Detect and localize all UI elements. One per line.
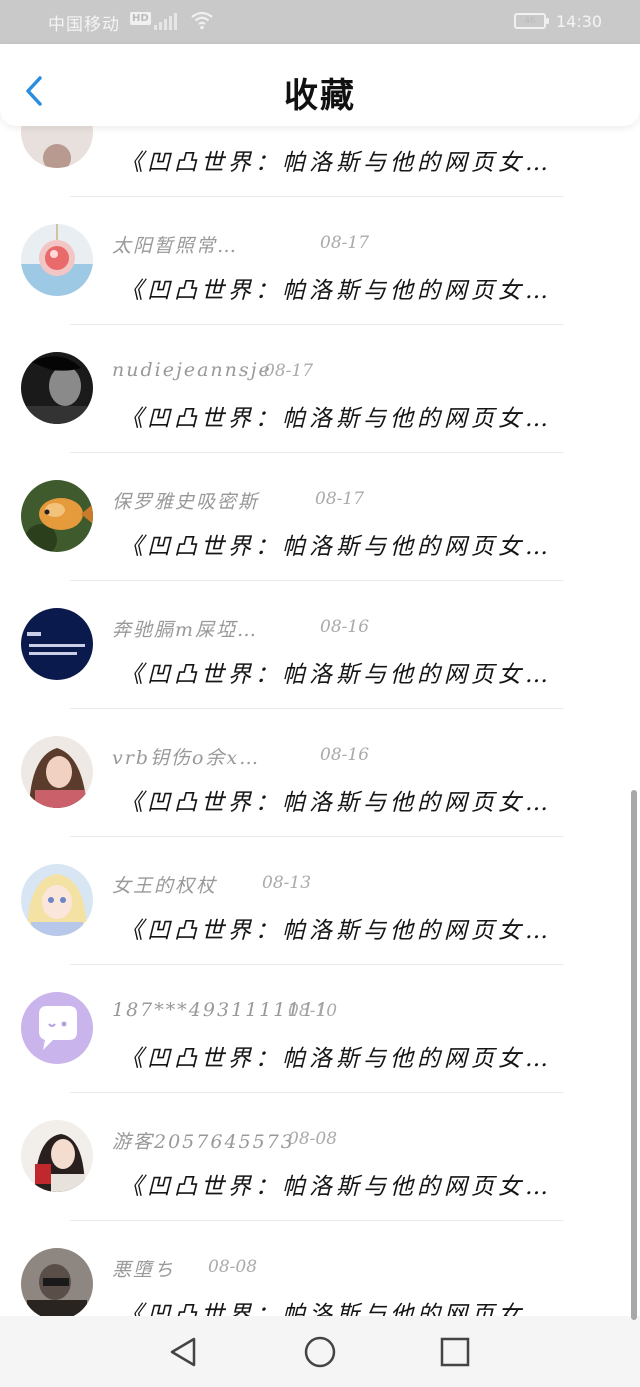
- list-item[interactable]: vrb钥伤o余x… 08-16 《凹凸世界：帕洛斯与他的网页女…: [0, 709, 640, 837]
- item-title[interactable]: 《凹凸世界：帕洛斯与他的网页女…: [120, 271, 610, 305]
- item-date: 08-16: [320, 745, 370, 765]
- hd-badge: HD: [130, 12, 151, 25]
- list-item[interactable]: 太阳暂照常… 08-17 《凹凸世界：帕洛斯与他的网页女…: [0, 197, 640, 325]
- bw-portrait-avatar[interactable]: [21, 1248, 93, 1316]
- item-date: 08-17: [264, 361, 314, 381]
- system-nav-bar: [0, 1316, 640, 1387]
- item-title[interactable]: 《凹凸世界：帕洛斯与他的网页女…: [120, 911, 610, 945]
- recents-square-icon[interactable]: [437, 1334, 473, 1370]
- item-username: 悪墮ち: [112, 1259, 176, 1281]
- signal-icon: [154, 13, 177, 30]
- back-triangle-icon[interactable]: [166, 1334, 202, 1370]
- navy-text-avatar[interactable]: [21, 608, 93, 680]
- home-circle-icon[interactable]: [302, 1334, 338, 1370]
- item-title[interactable]: 《凹凸世界：帕洛斯与他的网页女…: [120, 143, 610, 177]
- fish-avatar[interactable]: [21, 480, 93, 552]
- item-username: vrb钥伤o余x…: [112, 747, 261, 769]
- item-title[interactable]: 《凹凸世界：帕洛斯与他的网页女…: [120, 1295, 610, 1316]
- favorites-list[interactable]: 《凹凸世界：帕洛斯与他的网页女… 太阳暂照常… 08-17 《凹凸世界：帕洛斯与…: [0, 126, 640, 1316]
- item-date: 08-08: [208, 1257, 258, 1277]
- pink-pendant-avatar[interactable]: [21, 224, 93, 296]
- item-title[interactable]: 《凹凸世界：帕洛斯与他的网页女…: [120, 399, 610, 433]
- item-username: 游客2057645573: [112, 1131, 295, 1153]
- scrollbar[interactable]: [631, 790, 637, 1320]
- list-item[interactable]: 游客2057645573 08-08 《凹凸世界：帕洛斯与他的网页女…: [0, 1093, 640, 1221]
- item-title[interactable]: 《凹凸世界：帕洛斯与他的网页女…: [120, 783, 610, 817]
- item-date: 08-17: [320, 233, 370, 253]
- item-date: 08-08: [288, 1129, 338, 1149]
- battery-icon: 46: [514, 13, 549, 29]
- list-item[interactable]: 悪墮ち 08-08 《凹凸世界：帕洛斯与他的网页女…: [0, 1221, 640, 1316]
- list-item[interactable]: 《凹凸世界：帕洛斯与他的网页女…: [0, 126, 640, 197]
- item-title[interactable]: 《凹凸世界：帕洛斯与他的网页女…: [120, 655, 610, 689]
- list-item[interactable]: nudiejeannsje 08-17 《凹凸世界：帕洛斯与他的网页女…: [0, 325, 640, 453]
- wifi-icon: [191, 11, 213, 30]
- item-title[interactable]: 《凹凸世界：帕洛斯与他的网页女…: [120, 1167, 610, 1201]
- item-date: 08-17: [315, 489, 365, 509]
- item-title[interactable]: 《凹凸世界：帕洛斯与他的网页女…: [120, 1039, 610, 1073]
- page-title: 收藏: [284, 76, 356, 116]
- item-username: 保罗雅史吸密斯: [112, 491, 260, 513]
- item-username: 奔驰膈m屎埡…: [112, 619, 259, 641]
- list-item[interactable]: 女王的权杖 08-13 《凹凸世界：帕洛斯与他的网页女…: [0, 837, 640, 965]
- list-item[interactable]: 奔驰膈m屎埡… 08-16 《凹凸世界：帕洛斯与他的网页女…: [0, 581, 640, 709]
- list-item[interactable]: 187***4931111111 08-10 《凹凸世界：帕洛斯与他的网页女…: [0, 965, 640, 1093]
- list-item[interactable]: 保罗雅史吸密斯 08-17 《凹凸世界：帕洛斯与他的网页女…: [0, 453, 640, 581]
- clock: 14:30: [556, 12, 603, 31]
- item-username: nudiejeannsje: [112, 359, 272, 381]
- girl-portrait-avatar[interactable]: [21, 736, 93, 808]
- item-username: 女王的权杖: [112, 875, 218, 897]
- item-username: 太阳暂照常…: [112, 235, 239, 257]
- dark-portrait-avatar[interactable]: [21, 352, 93, 424]
- red-hood-avatar[interactable]: [21, 1120, 93, 1192]
- header-bar: 收藏: [0, 44, 640, 126]
- item-title[interactable]: 《凹凸世界：帕洛斯与他的网页女…: [120, 527, 610, 561]
- carrier-label: 中国移动: [48, 15, 120, 35]
- status-bar: 中国移动 HD 46 14:30: [0, 0, 640, 44]
- battery-level: 46: [524, 16, 536, 26]
- item-date: 08-13: [262, 873, 312, 893]
- partial-avatar[interactable]: [21, 126, 93, 168]
- item-date: 08-16: [320, 617, 370, 637]
- item-date: 08-10: [288, 1001, 338, 1021]
- chat-bubble-avatar[interactable]: [21, 992, 93, 1064]
- anime-girl-avatar[interactable]: [21, 864, 93, 936]
